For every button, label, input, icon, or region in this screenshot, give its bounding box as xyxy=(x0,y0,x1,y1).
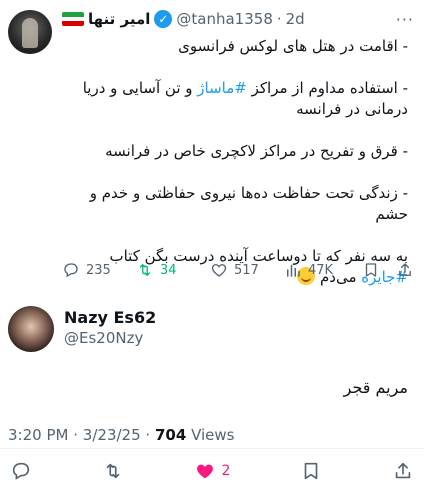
reply-icon xyxy=(12,462,30,480)
timestamp[interactable]: 2d xyxy=(286,10,305,28)
heart-icon xyxy=(211,264,227,277)
quoted-tweet-extra-actions xyxy=(362,261,414,279)
retweet-button[interactable] xyxy=(102,460,124,482)
separator: · xyxy=(73,426,79,444)
separator: · xyxy=(145,426,151,444)
bookmark-icon[interactable] xyxy=(362,261,380,279)
tweet-line: - زندگی تحت حفاظت ده‌ها نیروی حفاظتی و خ… xyxy=(89,184,408,223)
views-chart-icon xyxy=(287,264,300,277)
display-name[interactable]: امیر تنها xyxy=(88,10,150,28)
reply-icon xyxy=(64,263,78,278)
like-count: 2 xyxy=(221,463,231,479)
like-count: 517 xyxy=(234,262,259,278)
reply-count: 235 xyxy=(86,262,111,278)
iran-flag-icon xyxy=(62,12,84,26)
views-button[interactable]: 47K xyxy=(284,261,358,279)
view-count: 704 xyxy=(154,426,187,444)
tweet-line: - استفاده مداوم از مراکز #ماساژ و تن آسا… xyxy=(60,78,408,120)
more-options-icon[interactable]: ··· xyxy=(396,10,414,29)
share-icon[interactable] xyxy=(396,261,414,279)
bookmark-icon xyxy=(304,462,318,480)
retweet-button[interactable]: 34 xyxy=(136,261,210,279)
quoted-tweet-header: امیر تنها ✓ @tanha1358 · 2d xyxy=(62,8,305,30)
share-button[interactable] xyxy=(392,460,414,482)
quoted-tweet[interactable]: امیر تنها ✓ @tanha1358 · 2d ··· - اقامت … xyxy=(0,0,424,292)
views-label: Views xyxy=(191,426,235,444)
post-time[interactable]: 3:20 PM xyxy=(8,426,68,444)
tweet-line: - اقامت در هتل های لوکس فرانسوی xyxy=(178,37,408,55)
share-icon xyxy=(395,462,411,479)
reply-button[interactable] xyxy=(10,460,32,482)
user-handle[interactable]: @tanha1358 xyxy=(176,10,272,28)
tweet-meta: 3:20 PM · 3/23/25 · 704 Views xyxy=(8,426,234,444)
bookmark-button[interactable] xyxy=(300,460,322,482)
avatar-nazy[interactable] xyxy=(8,306,54,352)
tweet-line: - قرق و تفریح در مراکز لاکچری خاص در فرا… xyxy=(105,142,408,160)
heart-filled-icon xyxy=(196,464,213,479)
retweet-icon xyxy=(106,463,120,479)
verified-badge-icon: ✓ xyxy=(154,10,173,28)
quoted-tweet-actions: 235 34 517 47K xyxy=(62,258,414,282)
tweet-actions: 2 xyxy=(0,458,424,484)
like-button[interactable]: 2 xyxy=(194,460,231,482)
retweet-count: 34 xyxy=(160,262,177,278)
hashtag-link[interactable]: #ماساژ xyxy=(197,79,247,97)
reply-display-name[interactable]: Nazy Es62 xyxy=(64,308,156,327)
quoted-tweet-body: - اقامت در هتل های لوکس فرانسوی - استفاد… xyxy=(60,36,408,288)
avatar-amir[interactable] xyxy=(8,10,52,54)
like-button[interactable]: 517 xyxy=(210,261,284,279)
divider xyxy=(0,448,424,449)
retweet-icon xyxy=(139,264,151,276)
reply-button[interactable]: 235 xyxy=(62,261,136,279)
tweet-line-text: - استفاده مداوم از مراکز xyxy=(251,79,408,97)
views-count: 47K xyxy=(308,262,334,278)
reply-tweet-text: مریم قجر xyxy=(343,378,408,397)
separator: · xyxy=(276,10,282,28)
reply-user-handle[interactable]: @Es20Nzy xyxy=(64,329,143,347)
post-date[interactable]: 3/23/25 xyxy=(83,426,141,444)
